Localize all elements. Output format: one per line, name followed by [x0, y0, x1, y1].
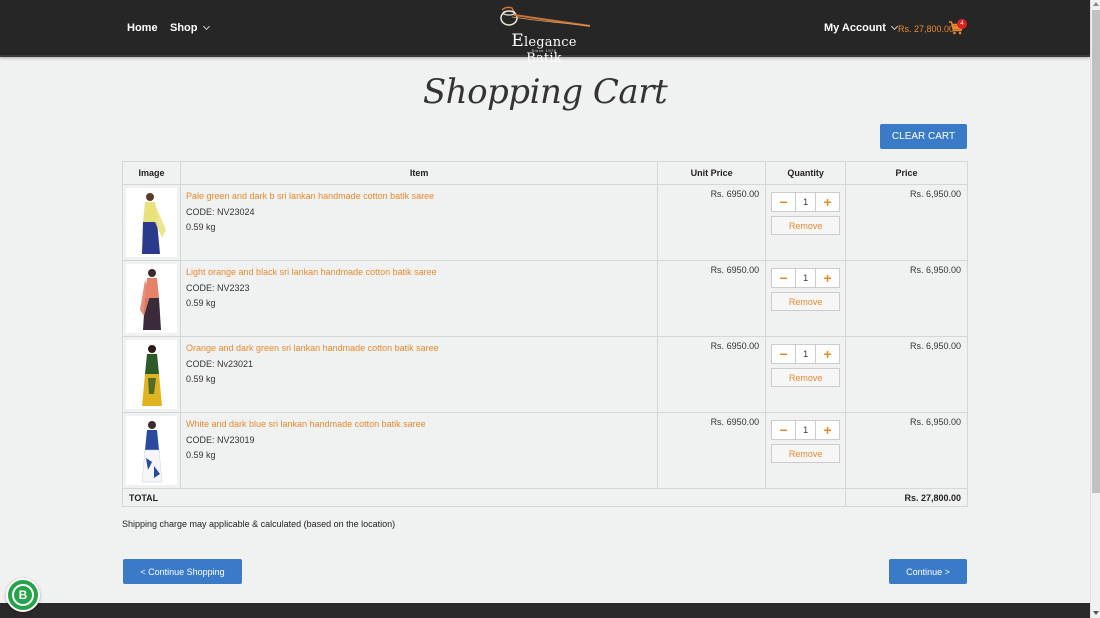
- chevron-down-icon: [890, 22, 898, 31]
- continue-button[interactable]: Continue >: [889, 559, 967, 584]
- quantity-value[interactable]: 1: [795, 193, 817, 211]
- my-account-menu[interactable]: My Account: [824, 22, 898, 34]
- table-row: White and dark blue sri lankan handmade …: [122, 412, 968, 489]
- site-header: Home Shop Elegance Batik Since 1976 My A…: [0, 0, 1090, 66]
- product-image[interactable]: [126, 264, 177, 333]
- quantity-cell: − 1 + Remove: [765, 260, 847, 337]
- remove-item-button[interactable]: Remove: [771, 368, 841, 387]
- product-image-cell: [122, 260, 181, 337]
- column-header-quantity: Quantity: [765, 161, 847, 185]
- total-row: TOTAL Rs. 27,800.00: [121, 488, 968, 507]
- product-weight: 0.59 kg: [186, 222, 216, 232]
- saree-figure-icon: [141, 192, 166, 254]
- increase-quantity-button[interactable]: +: [816, 421, 840, 439]
- clear-cart-button[interactable]: CLEAR CART: [880, 124, 967, 149]
- total-value: Rs. 27,800.00: [845, 488, 968, 507]
- increase-quantity-button[interactable]: +: [816, 193, 840, 211]
- quantity-stepper: − 1 +: [771, 268, 841, 288]
- nav-home-link[interactable]: Home: [127, 22, 158, 34]
- product-image[interactable]: [126, 416, 177, 485]
- header-cart-total[interactable]: Rs. 27,800.00: [898, 24, 954, 34]
- product-image-cell: [122, 412, 181, 489]
- product-info-cell: White and dark blue sri lankan handmade …: [179, 412, 659, 489]
- quantity-stepper: − 1 +: [771, 420, 841, 440]
- saree-figure-icon: [141, 420, 162, 482]
- remove-item-button[interactable]: Remove: [771, 216, 841, 235]
- product-image[interactable]: [126, 340, 177, 409]
- cart-table: Image Item Unit Price Quantity Price Pal…: [121, 161, 968, 507]
- unit-price-cell: Rs. 6950.00: [657, 336, 767, 413]
- quantity-value[interactable]: 1: [795, 345, 817, 363]
- decrease-quantity-button[interactable]: −: [772, 269, 796, 287]
- remove-item-button[interactable]: Remove: [771, 292, 841, 311]
- product-image-cell: [122, 184, 181, 261]
- table-row: Orange and dark green sri lankan handmad…: [122, 336, 968, 413]
- product-code: CODE: Nv23021: [186, 358, 254, 369]
- column-header-item: Item: [179, 161, 659, 185]
- chat-widget-button[interactable]: B: [6, 578, 40, 612]
- decrease-quantity-button[interactable]: −: [772, 193, 796, 211]
- chevron-down-icon: [202, 22, 210, 31]
- table-header-row: Image Item Unit Price Quantity Price: [122, 161, 968, 185]
- line-price-cell: Rs. 6,950.00: [845, 184, 968, 261]
- product-weight: 0.59 kg: [186, 450, 216, 460]
- unit-price-cell: Rs. 6950.00: [657, 412, 767, 489]
- product-image-cell: [122, 336, 181, 413]
- table-row: Pale green and dark b sri lankan handmad…: [122, 184, 968, 261]
- my-account-label: My Account: [824, 22, 886, 34]
- product-info-cell: Orange and dark green sri lankan handmad…: [179, 336, 659, 413]
- product-name-link[interactable]: White and dark blue sri lankan handmade …: [186, 417, 652, 433]
- column-header-price: Price: [845, 161, 968, 185]
- line-price-cell: Rs. 6,950.00: [845, 260, 968, 337]
- quantity-cell: − 1 + Remove: [765, 412, 847, 489]
- remove-item-button[interactable]: Remove: [771, 444, 841, 463]
- line-price-cell: Rs. 6,950.00: [845, 336, 968, 413]
- pot-brush-logo-icon: [500, 6, 591, 27]
- product-name-link[interactable]: Orange and dark green sri lankan handmad…: [186, 341, 652, 357]
- column-header-image: Image: [122, 161, 181, 185]
- chat-bubble-icon: B: [12, 584, 34, 606]
- quantity-stepper: − 1 +: [771, 192, 841, 212]
- scroll-up-arrow-icon[interactable]: [1093, 2, 1099, 6]
- site-logo[interactable]: Elegance Batik Since 1976: [492, 4, 596, 66]
- quantity-value[interactable]: 1: [795, 269, 817, 287]
- saree-figure-icon: [141, 344, 162, 406]
- total-label: TOTAL: [121, 488, 847, 507]
- footer-bar: [0, 603, 1090, 618]
- unit-price-cell: Rs. 6950.00: [657, 260, 767, 337]
- shipping-note: Shipping charge may applicable & calcula…: [122, 519, 396, 529]
- product-code: CODE: NV23024: [186, 206, 255, 217]
- increase-quantity-button[interactable]: +: [816, 269, 840, 287]
- nav-shop-menu[interactable]: Shop: [170, 22, 210, 34]
- logo-since-text: Since 1976: [531, 48, 557, 53]
- cart-count-badge: 4: [957, 19, 967, 29]
- decrease-quantity-button[interactable]: −: [772, 345, 796, 363]
- product-name-link[interactable]: Pale green and dark b sri lankan handmad…: [186, 189, 652, 205]
- vertical-scrollbar[interactable]: [1090, 0, 1100, 618]
- table-row: Light orange and black sri lankan handma…: [122, 260, 968, 337]
- scroll-down-arrow-icon[interactable]: [1093, 611, 1099, 615]
- saree-figure-icon: [139, 268, 161, 330]
- product-image[interactable]: [126, 188, 177, 257]
- product-code: CODE: NV23019: [186, 434, 255, 445]
- quantity-stepper: − 1 +: [771, 344, 841, 364]
- decrease-quantity-button[interactable]: −: [772, 421, 796, 439]
- scrollbar-thumb[interactable]: [1092, 10, 1100, 493]
- product-info-cell: Light orange and black sri lankan handma…: [179, 260, 659, 337]
- increase-quantity-button[interactable]: +: [816, 345, 840, 363]
- quantity-value[interactable]: 1: [795, 421, 817, 439]
- line-price-cell: Rs. 6,950.00: [845, 412, 968, 489]
- product-name-link[interactable]: Light orange and black sri lankan handma…: [186, 265, 652, 281]
- nav-shop-label: Shop: [170, 22, 198, 34]
- quantity-cell: − 1 + Remove: [765, 336, 847, 413]
- unit-price-cell: Rs. 6950.00: [657, 184, 767, 261]
- column-header-unit-price: Unit Price: [657, 161, 767, 185]
- product-weight: 0.59 kg: [186, 298, 216, 308]
- page-title: Shopping Cart: [422, 72, 668, 112]
- quantity-cell: − 1 + Remove: [765, 184, 847, 261]
- product-info-cell: Pale green and dark b sri lankan handmad…: [179, 184, 659, 261]
- product-weight: 0.59 kg: [186, 374, 216, 384]
- product-code: CODE: NV2323: [186, 282, 250, 293]
- continue-shopping-button[interactable]: < Continue Shopping: [123, 559, 242, 584]
